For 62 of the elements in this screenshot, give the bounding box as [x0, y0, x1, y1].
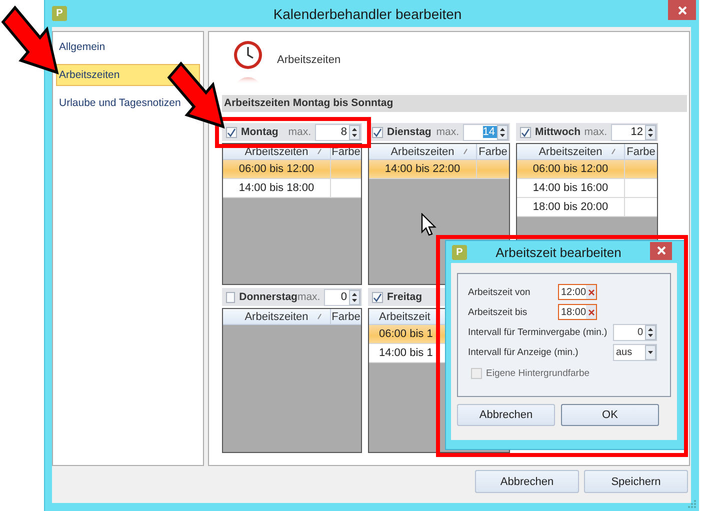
max-spin-field[interactable]: 0: [324, 288, 361, 306]
field-label: Arbeitszeit von: [468, 286, 532, 298]
max-label: max.: [297, 291, 320, 303]
checkbox-label: Eigene Hintergrundfarbe: [486, 368, 590, 379]
resize-grip-icon: [687, 499, 697, 509]
close-icon: [678, 6, 686, 14]
checkbox[interactable]: [372, 292, 383, 302]
time-field[interactable]: 12:00: [558, 284, 597, 300]
clear-icon: [588, 288, 595, 296]
field-label: Arbeitszeit bis: [468, 306, 528, 318]
dialog-button[interactable]: OK: [561, 404, 659, 426]
mouse-cursor-icon: [421, 213, 437, 237]
dialog-title: Arbeitszeit bearbeiten: [494, 244, 622, 260]
checkbox[interactable]: [226, 126, 237, 138]
clock-icon: [231, 40, 265, 84]
app-icon: P: [452, 244, 467, 260]
close-button[interactable]: [668, 0, 696, 20]
day-name: Dienstag: [387, 126, 432, 138]
field-label: Intervall für Terminvergabe (min.): [468, 326, 608, 338]
max-spin-field[interactable]: 8: [315, 124, 361, 140]
column-header[interactable]: Arbeitszeiten: [223, 144, 331, 159]
sort-icon: [317, 148, 322, 155]
dialog-button[interactable]: Speichern: [584, 470, 688, 493]
page-title: Arbeitszeiten: [277, 54, 341, 66]
day-name: Donnerstag: [239, 291, 298, 303]
day-name: Montag: [241, 126, 278, 138]
close-icon: [656, 246, 666, 255]
day-name: Freitag: [387, 291, 422, 303]
clear-button[interactable]: [586, 285, 596, 299]
column-header[interactable]: Farbe: [625, 144, 657, 159]
clear-icon: [588, 308, 595, 316]
day-name: Mittwoch: [535, 126, 580, 138]
column-header[interactable]: Farbe: [331, 309, 361, 324]
dialog-button[interactable]: Abbrechen: [475, 470, 579, 493]
spin-field[interactable]: 0: [613, 324, 657, 340]
section-header: Arbeitszeiten Montag bis Sonntag: [222, 95, 687, 112]
checkbox[interactable]: [520, 126, 531, 138]
checkbox[interactable]: [226, 292, 236, 302]
checkbox[interactable]: [372, 126, 383, 138]
max-spin-field[interactable]: 12: [611, 124, 657, 140]
app-icon: P: [52, 6, 67, 21]
sidebar-item[interactable]: Allgemein: [56, 36, 106, 58]
time-field[interactable]: 18:00: [558, 304, 597, 320]
window-title: Kalenderbehandler bearbeiten: [272, 6, 463, 22]
caret-icon: [645, 344, 656, 360]
column-header[interactable]: Arbeitszeiten: [223, 309, 331, 324]
column-header[interactable]: Arbeitszeiten: [369, 144, 477, 159]
max-label: max.: [584, 126, 607, 138]
field-label: Intervall für Anzeige (min.): [468, 346, 580, 358]
sort-icon: [611, 148, 616, 155]
max-label: max.: [436, 126, 459, 138]
dropdown[interactable]: aus: [613, 344, 657, 360]
spin-arrows-icon: [645, 324, 656, 340]
column-header[interactable]: Arbeitszeiten: [517, 144, 625, 159]
sidebar-item[interactable]: Urlaube und Tagesnotizen: [56, 92, 182, 114]
clear-button[interactable]: [586, 305, 596, 319]
close-button[interactable]: [650, 242, 672, 260]
column-header[interactable]: Farbe: [477, 144, 509, 159]
max-label: max.: [288, 126, 311, 138]
dialog-button[interactable]: Abbrechen: [457, 404, 555, 426]
sort-icon: [463, 148, 468, 155]
sort-icon: [317, 313, 322, 320]
